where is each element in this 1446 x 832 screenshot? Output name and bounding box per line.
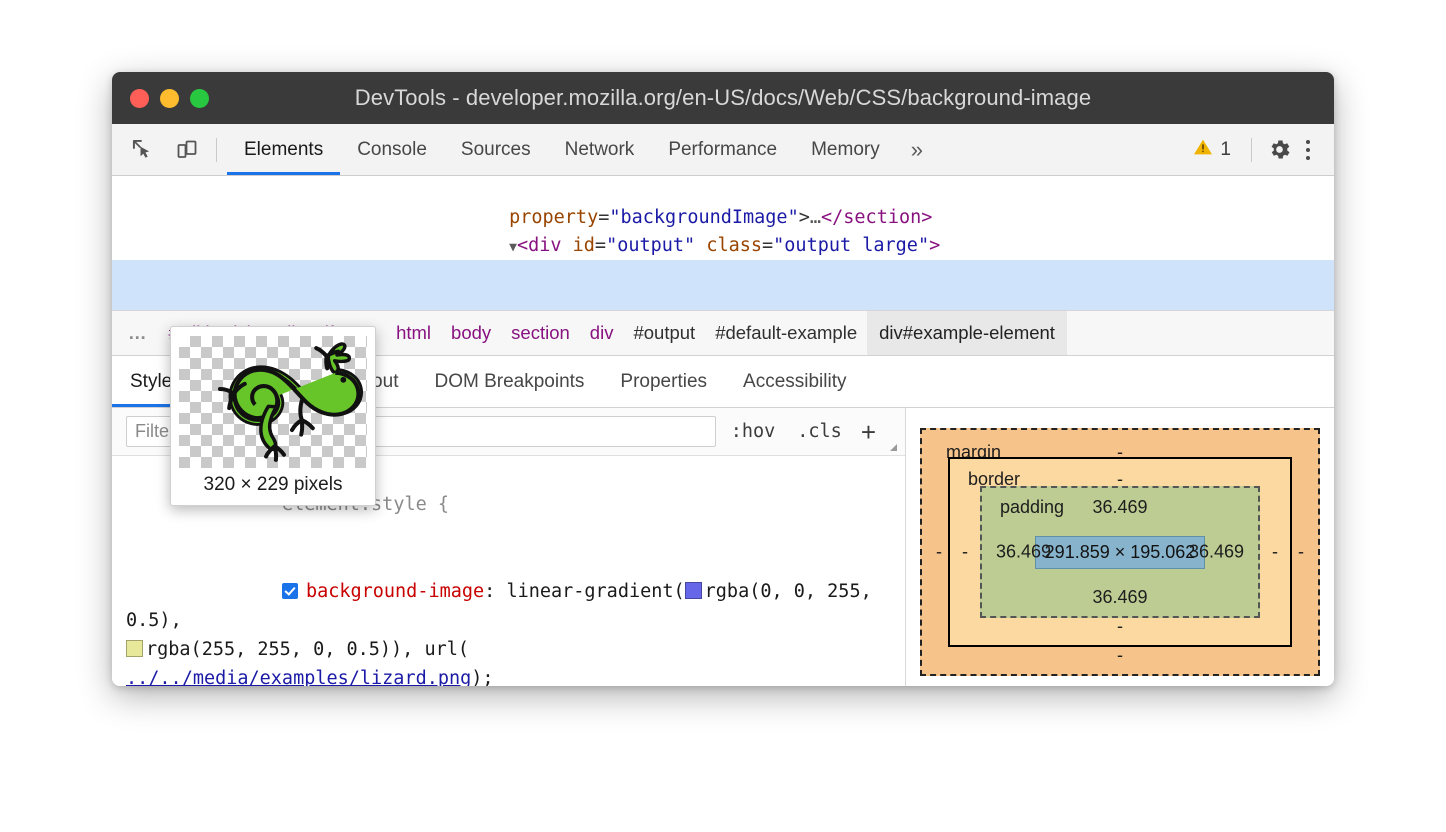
box-model-padding[interactable]: padding 36.469 36.469 36.469 36.469 291.… — [980, 486, 1260, 618]
margin-left-value[interactable]: - — [936, 542, 942, 563]
margin-right-value[interactable]: - — [1298, 542, 1304, 563]
close-button[interactable] — [130, 89, 149, 108]
dom-line-section-close[interactable]: property="backgroundImage">…</section> — [112, 176, 1334, 204]
border-left-value[interactable]: - — [962, 542, 968, 563]
declaration-suffix: ); — [471, 668, 493, 686]
dom-line-selected-wrap[interactable]: gradient(rgba(0, 0, 255, 0.5), rgba(255,… — [112, 288, 1334, 311]
image-preview-tooltip: 320 × 229 pixels — [170, 326, 376, 506]
breadcrumb-item-body[interactable]: body — [441, 311, 501, 355]
image-url-link[interactable]: ../../media/examples/lizard.png — [126, 668, 471, 686]
tab-memory[interactable]: Memory — [794, 124, 897, 175]
breadcrumb-item-html[interactable]: html — [386, 311, 441, 355]
tab-properties[interactable]: Properties — [602, 356, 725, 407]
margin-bottom-value[interactable]: - — [1117, 645, 1123, 666]
box-model-border[interactable]: border - - - - padding 36.469 36.469 36.… — [948, 457, 1292, 647]
padding-right-value[interactable]: 36.469 — [1189, 542, 1244, 563]
tab-sources-label: Sources — [461, 139, 531, 161]
lizard-image-preview — [179, 336, 367, 468]
hov-toggle-button[interactable]: :hov — [724, 421, 783, 442]
dom-tree-panel[interactable]: property="backgroundImage">…</section> ▼… — [112, 176, 1334, 311]
breadcrumb-item-output[interactable]: #output — [623, 311, 705, 355]
more-tabs-label: » — [911, 137, 923, 163]
box-model-content-size[interactable]: 291.859 × 195.062 — [1035, 536, 1206, 569]
cls-toggle-button[interactable]: .cls — [790, 421, 849, 442]
screenshot-root: DevTools - developer.mozilla.org/en-US/d… — [0, 0, 1446, 832]
gradient-prefix: linear-gradient( — [506, 581, 684, 602]
toolbar-right-divider — [1251, 138, 1252, 162]
tab-memory-label: Memory — [811, 139, 880, 161]
gear-icon[interactable] — [1264, 135, 1294, 165]
padding-left-value[interactable]: 36.469 — [996, 542, 1051, 563]
tab-console[interactable]: Console — [340, 124, 444, 175]
window-titlebar: DevTools - developer.mozilla.org/en-US/d… — [112, 72, 1334, 124]
breadcrumb-item-div-2[interactable]: div — [580, 311, 624, 355]
kebab-menu-icon[interactable] — [1296, 135, 1320, 165]
devtools-toolbar: Elements Console Sources Network Perform… — [112, 124, 1334, 176]
window-title: DevTools - developer.mozilla.org/en-US/d… — [112, 85, 1334, 111]
more-tabs-button[interactable]: » — [897, 124, 937, 175]
lizard-icon — [179, 336, 367, 468]
image-preview-caption: 320 × 229 pixels — [204, 468, 343, 496]
tab-elements-label: Elements — [244, 139, 323, 161]
dom-line-selected-example-element[interactable]: ⋯<div id="example-element" style="backgr… — [112, 260, 1334, 288]
tab-network[interactable]: Network — [548, 124, 652, 175]
tab-performance[interactable]: Performance — [651, 124, 794, 175]
rgba-value-yellow: rgba(255, 255, 0, 0.5) — [146, 639, 391, 660]
colon: : — [484, 581, 506, 602]
url-open: ), url( — [391, 639, 469, 660]
dom-line-div-output[interactable]: ▼<div id="output" class="output large"> — [112, 204, 1334, 232]
breadcrumb-item-example-element[interactable]: div#example-element — [867, 311, 1067, 355]
window-controls — [130, 89, 209, 108]
new-style-rule-button[interactable]: + — [857, 419, 882, 445]
tab-accessibility[interactable]: Accessibility — [725, 356, 864, 407]
background-image-declaration[interactable]: background-image: linear-gradient(rgba(0… — [112, 548, 905, 686]
tab-elements[interactable]: Elements — [227, 124, 340, 175]
padding-label: padding — [1000, 497, 1064, 518]
devtools-main-tabs: Elements Console Sources Network Perform… — [227, 124, 937, 175]
tab-console-label: Console — [357, 139, 427, 161]
box-model-pane: margin - - - - border - - - - padding 36… — [906, 408, 1334, 686]
property-name: background-image — [306, 581, 484, 602]
padding-bottom-value[interactable]: 36.469 — [1092, 587, 1147, 608]
comma-1: , — [171, 610, 182, 631]
toolbar-divider — [216, 138, 217, 162]
tab-properties-label: Properties — [620, 371, 707, 393]
tab-network-label: Network — [565, 139, 635, 161]
warning-count-badge[interactable]: 1 — [1185, 137, 1239, 163]
color-swatch-yellow[interactable] — [126, 640, 143, 657]
dom-line-section-default-example[interactable]: ▼<section id="default-example"> — [112, 232, 1334, 260]
brace-open: { — [427, 494, 449, 515]
device-toolbar-icon[interactable] — [170, 133, 204, 167]
box-model-margin[interactable]: margin - - - - border - - - - padding 36… — [920, 428, 1320, 676]
minimize-button[interactable] — [160, 89, 179, 108]
tab-dom-breakpoints-label: DOM Breakpoints — [434, 371, 584, 393]
tab-performance-label: Performance — [668, 139, 777, 161]
tab-dom-breakpoints[interactable]: DOM Breakpoints — [416, 356, 602, 407]
breadcrumb-overflow-button[interactable]: … — [112, 322, 159, 344]
warning-triangle-icon — [1193, 137, 1213, 163]
declaration-checkbox[interactable] — [282, 583, 298, 599]
toolbar-right-controls: 1 — [1185, 135, 1334, 165]
warning-count-label: 1 — [1220, 139, 1231, 161]
zoom-button[interactable] — [190, 89, 209, 108]
tab-accessibility-label: Accessibility — [743, 371, 846, 393]
border-right-value[interactable]: - — [1272, 542, 1278, 563]
inspect-element-icon[interactable] — [126, 133, 160, 167]
color-swatch-blue[interactable] — [685, 582, 702, 599]
border-bottom-value[interactable]: - — [1117, 616, 1123, 637]
tab-sources[interactable]: Sources — [444, 124, 548, 175]
resize-grip[interactable] — [890, 444, 897, 451]
padding-top-value[interactable]: 36.469 — [1092, 497, 1147, 518]
breadcrumb-item-default-example[interactable]: #default-example — [705, 311, 867, 355]
breadcrumb-item-section[interactable]: section — [501, 311, 580, 355]
filter-placeholder: Filter — [135, 421, 175, 442]
